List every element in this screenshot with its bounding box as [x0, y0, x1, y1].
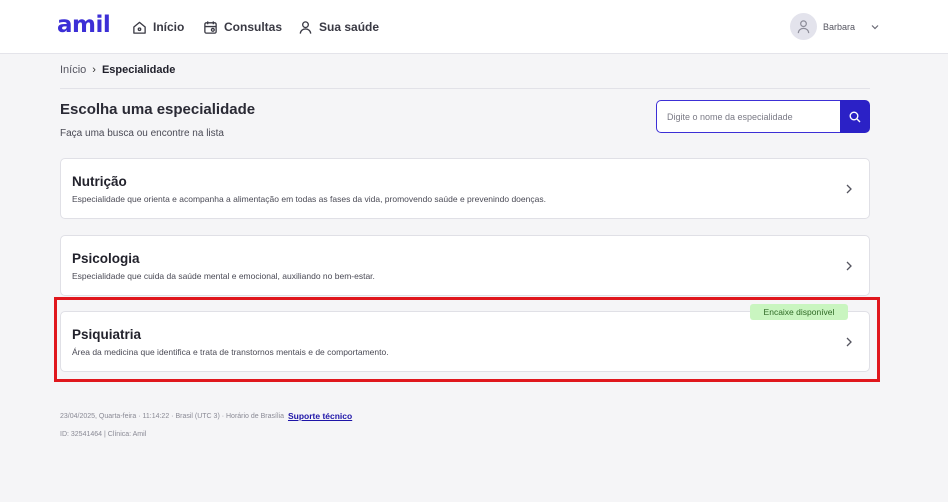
nav-inicio[interactable]: Início: [132, 19, 184, 35]
footer-ids: ID: 32541464 | Clínica: Amil: [60, 431, 147, 438]
calendar-icon: [204, 20, 217, 34]
search-icon: [849, 111, 861, 122]
home-icon: [133, 21, 146, 34]
specialty-description: Especialidade que cuida da saúde mental …: [72, 271, 375, 281]
breadcrumb: Início › Especialidade: [60, 64, 175, 76]
amil-logo[interactable]: amil: [57, 12, 111, 38]
specialty-card-psicologia[interactable]: Psicologia Especialidade que cuida da sa…: [60, 235, 870, 296]
availability-badge: Encaixe disponível: [750, 304, 848, 320]
specialty-card-psiquiatria[interactable]: Psiquiatria Área da medicina que identif…: [60, 311, 870, 372]
user-menu[interactable]: Barbara: [790, 13, 880, 40]
chevron-right-icon: [846, 184, 852, 194]
nav-sua-saude-label: Sua saúde: [319, 20, 380, 34]
support-link[interactable]: Suporte técnico: [288, 411, 352, 421]
page-title: Escolha uma especialidade: [60, 101, 256, 118]
specialty-card-nutricao[interactable]: Nutrição Especialidade que orienta e aco…: [60, 158, 870, 219]
footer-info: 23/04/2025, Quarta-feira · 11:14:22 · Br…: [60, 411, 352, 421]
nav-inicio-label: Início: [153, 20, 185, 34]
user-avatar-icon: [797, 20, 810, 34]
specialty-title: Psiquiatria: [72, 327, 142, 342]
chevron-right-icon: [846, 337, 852, 347]
nav-consultas-label: Consultas: [224, 20, 283, 34]
search-input[interactable]: [656, 100, 840, 133]
specialty-description: Especialidade que orienta e acompanha a …: [72, 194, 546, 204]
breadcrumb-current: Especialidade: [101, 64, 176, 76]
specialty-title: Nutrição: [72, 174, 127, 189]
footer-datetime: 23/04/2025, Quarta-feira · 11:14:22 · Br…: [60, 412, 284, 420]
search-button[interactable]: [840, 100, 870, 133]
specialty-description: Área da medicina que identifica e trata …: [72, 347, 389, 357]
search-box: [656, 100, 870, 133]
person-icon: [299, 20, 312, 34]
avatar: [790, 13, 817, 40]
user-name: Barbara: [823, 21, 856, 32]
divider: [60, 88, 870, 89]
breadcrumb-home-link[interactable]: Início: [60, 64, 86, 76]
chevron-down-icon[interactable]: [870, 22, 880, 32]
nav-sua-saude[interactable]: Sua saúde: [298, 19, 379, 35]
top-navigation-bar: amil Início Consultas Sua saúde Barbara: [0, 0, 948, 54]
page-subtitle: Faça uma busca ou encontre na lista: [60, 128, 224, 139]
chevron-right-icon: [846, 261, 852, 271]
breadcrumb-separator: ›: [92, 64, 96, 76]
specialty-title: Psicologia: [72, 251, 140, 266]
nav-consultas[interactable]: Consultas: [203, 19, 282, 35]
